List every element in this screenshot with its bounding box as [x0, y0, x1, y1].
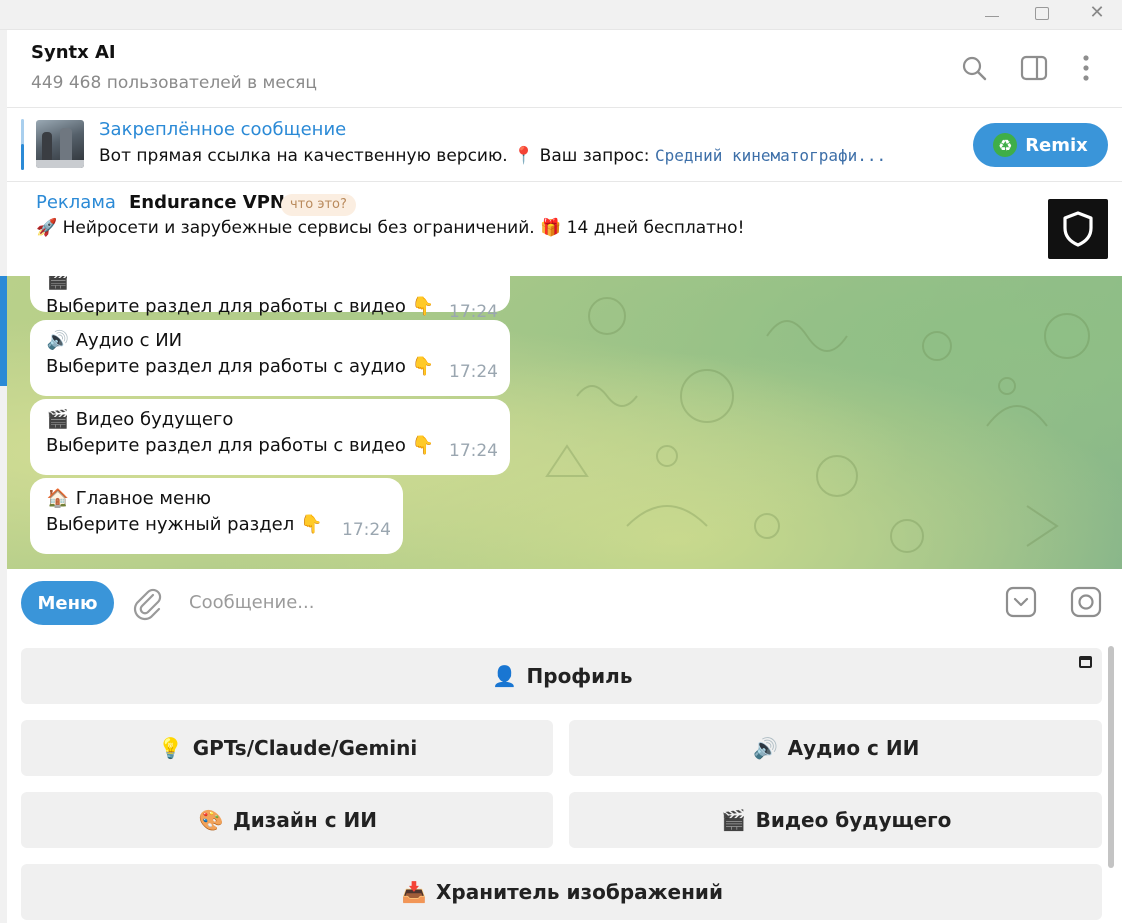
more-vertical-icon — [1083, 55, 1089, 81]
keyboard-button-design[interactable]: 🎨 Дизайн с ИИ — [21, 792, 553, 848]
keyboard-button-label: Хранитель изображений — [436, 880, 723, 904]
message-time: 17:24 — [449, 441, 498, 461]
sidebar-toggle-button[interactable] — [1018, 52, 1050, 84]
message-bubble[interactable]: 🎬 Выберите раздел для работы с видео 👇 17… — [30, 276, 510, 322]
speaker-emoji: 🔊 — [46, 330, 70, 351]
message-title: 🔊 Аудио с ИИ — [46, 330, 494, 356]
chat-title[interactable]: Syntx AI — [31, 42, 116, 63]
keyboard-scrollbar[interactable] — [1108, 646, 1114, 868]
message-hand-emoji: 👇 — [411, 296, 435, 317]
telegram-window: ✕ Syntx AI 449 468 пользователей в месяц… — [0, 0, 1122, 923]
bot-reply-keyboard: 👤 Профиль 💡 GPTs/Claude/Gemini 🔊 Аудио с… — [7, 634, 1122, 923]
message-emoji: 🎬 — [46, 276, 70, 291]
camera-icon — [1070, 586, 1102, 618]
ad-label: Реклама — [36, 192, 116, 213]
message-title: 🏠 Главное меню — [46, 488, 387, 514]
chat-header[interactable]: Syntx AI 449 468 пользователей в месяц — [7, 30, 1122, 108]
ad-what-is-this-button[interactable]: что это? — [281, 194, 356, 216]
keyboard-button-audio[interactable]: 🔊 Аудио с ИИ — [569, 720, 1102, 776]
search-button[interactable] — [958, 52, 990, 84]
recycle-icon: ♻ — [993, 133, 1018, 157]
inbox-tray-emoji: 📥 — [401, 880, 427, 904]
message-title-text: Главное меню — [75, 488, 212, 509]
house-emoji: 🏠 — [46, 488, 70, 509]
message-title-text: Аудио с ИИ — [75, 330, 183, 351]
message-bubble[interactable]: 🏠 Главное меню Выберите нужный раздел 👇 1… — [30, 478, 403, 554]
keyboard-toggle-icon — [1005, 586, 1037, 618]
keyboard-button-label: Профиль — [526, 664, 633, 688]
speaker-emoji: 🔊 — [753, 736, 779, 760]
sponsored-message[interactable]: Реклама Endurance VPN что это? 🚀 Нейросе… — [7, 183, 1122, 276]
message-body: Выберите нужный раздел — [46, 514, 295, 535]
keyboard-button-label: Аудио с ИИ — [787, 736, 920, 760]
message-text: Выберите нужный раздел 👇 17:24 — [46, 514, 391, 540]
message-text: Выберите раздел для работы с видео 👇 17:2… — [46, 296, 498, 322]
person-emoji: 👤 — [492, 664, 517, 688]
ad-sponsor-name: Endurance VPN — [129, 192, 285, 213]
attach-button[interactable] — [129, 585, 165, 621]
pinned-indicator — [21, 119, 24, 170]
keyboard-button-label: Видео будущего — [755, 808, 952, 832]
keyboard-button-label: GPTs/Claude/Gemini — [192, 736, 418, 760]
message-text: Выберите раздел для работы с аудио 👇 17:2… — [46, 356, 498, 382]
message-text: Выберите раздел для работы с видео 👇 17:2… — [46, 435, 498, 461]
ad-logo[interactable] — [1048, 199, 1108, 259]
message-body: Выберите раздел для работы с видео — [46, 435, 406, 456]
message-title-text: Видео будущего — [75, 409, 234, 430]
maximize-icon — [1035, 6, 1049, 20]
message-body: Выберите раздел для работы с аудио — [46, 356, 406, 377]
chat-history[interactable]: 🎬 Выберите раздел для работы с видео 👇 17… — [7, 276, 1122, 569]
message-hand-emoji: 👇 — [299, 514, 323, 535]
remix-button[interactable]: ♻ Remix — [973, 123, 1108, 167]
clapper-emoji: 🎬 — [721, 808, 747, 832]
keyboard-collapse-icon[interactable] — [1079, 656, 1092, 668]
message-title: 🎬 — [46, 276, 494, 296]
keyboard-button-video[interactable]: 🎬 Видео будущего — [569, 792, 1102, 848]
more-button[interactable] — [1070, 52, 1102, 84]
pinned-thumbnail — [36, 120, 84, 168]
minimize-icon — [985, 15, 999, 17]
message-composer: Меню — [7, 569, 1122, 634]
keyboard-button-gpts[interactable]: 💡 GPTs/Claude/Gemini — [21, 720, 553, 776]
maximize-button[interactable] — [1022, 0, 1062, 26]
message-bubble[interactable]: 🎬 Видео будущего Выберите раздел для раб… — [30, 399, 510, 475]
left-panel-edge — [0, 30, 7, 923]
shield-icon — [1063, 211, 1093, 247]
window-titlebar: ✕ — [0, 0, 1122, 30]
pinned-message-bar[interactable]: Закреплённое сообщение Вот прямая ссылка… — [7, 109, 1122, 182]
pinned-text-prefix: Вот прямая ссылка на качественную версию… — [99, 146, 655, 166]
message-bubble[interactable]: 🔊 Аудио с ИИ Выберите раздел для работы … — [30, 320, 510, 396]
message-time: 17:24 — [449, 362, 498, 382]
keyboard-button-label: Дизайн с ИИ — [232, 808, 378, 832]
left-panel-selection — [0, 276, 7, 386]
camera-button[interactable] — [1070, 586, 1102, 618]
chat-subtitle: 449 468 пользователей в месяц — [31, 73, 317, 93]
pinned-text-code: Средний кинематографи... — [654, 146, 887, 165]
pinned-title: Закреплённое сообщение — [99, 119, 347, 140]
message-input[interactable] — [189, 587, 889, 617]
message-time: 17:24 — [342, 520, 391, 540]
palette-emoji: 🎨 — [198, 808, 224, 832]
paperclip-icon — [133, 588, 162, 621]
keyboard-button-profile[interactable]: 👤 Профиль — [21, 648, 1102, 704]
search-icon — [962, 56, 987, 81]
minimize-button[interactable] — [972, 0, 1012, 26]
remix-button-label: Remix — [1025, 134, 1088, 156]
lightbulb-emoji: 💡 — [158, 736, 184, 760]
message-hand-emoji: 👇 — [411, 435, 435, 456]
clapper-emoji: 🎬 — [46, 409, 70, 430]
keyboard-toggle-button[interactable] — [1005, 586, 1037, 618]
keyboard-button-image-storage[interactable]: 📥 Хранитель изображений — [21, 864, 1102, 920]
pinned-text: Вот прямая ссылка на качественную версию… — [99, 146, 886, 166]
ad-text: 🚀 Нейросети и зарубежные сервисы без огр… — [36, 218, 745, 238]
message-time: 17:24 — [449, 302, 498, 322]
bot-menu-button[interactable]: Меню — [21, 581, 114, 625]
close-icon: ✕ — [1089, 2, 1105, 23]
close-button[interactable]: ✕ — [1077, 0, 1117, 26]
message-title: 🎬 Видео будущего — [46, 409, 494, 435]
sidebar-toggle-icon — [1020, 55, 1048, 81]
message-hand-emoji: 👇 — [411, 356, 435, 377]
message-body: Выберите раздел для работы с видео — [46, 296, 406, 317]
